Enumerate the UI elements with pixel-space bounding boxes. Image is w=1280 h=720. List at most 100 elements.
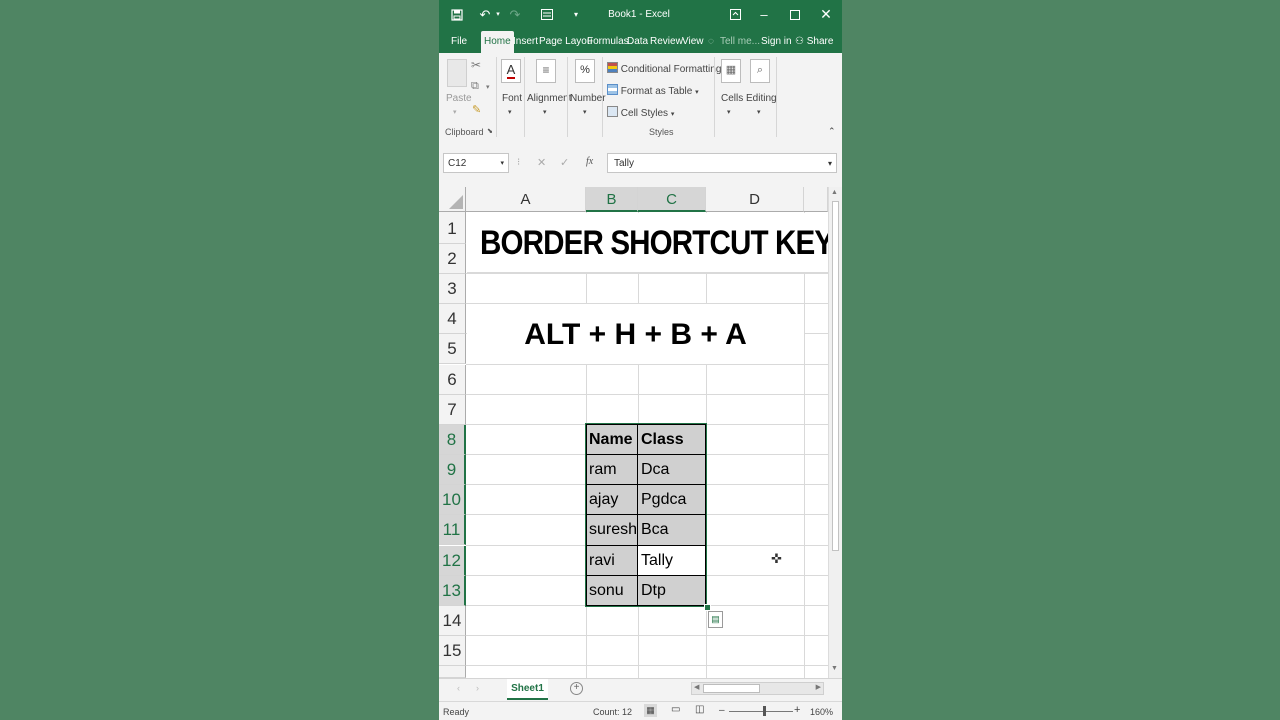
editing-dropdown-icon[interactable]: ▾ — [757, 108, 761, 116]
paste-dropdown-icon[interactable]: ▾ — [453, 108, 457, 116]
customize-qat-icon[interactable]: ▾ — [571, 0, 581, 31]
save-icon[interactable] — [449, 0, 465, 31]
tab-view[interactable]: View — [682, 31, 704, 53]
paste-icon[interactable] — [447, 59, 467, 87]
copy-dropdown-icon[interactable]: ▾ — [486, 83, 490, 91]
zoom-level[interactable]: 160% — [810, 707, 833, 717]
row-header-2[interactable]: 2 — [439, 244, 466, 274]
column-header-c[interactable]: C — [638, 187, 706, 212]
percent-icon[interactable]: % — [575, 59, 595, 83]
table-cell[interactable]: ram — [586, 455, 617, 485]
new-sheet-icon[interactable]: + — [570, 682, 583, 695]
row-header-8[interactable]: 8 — [439, 425, 466, 455]
close-icon[interactable]: ✕ — [818, 0, 834, 31]
table-cell[interactable]: Dca — [638, 455, 669, 485]
number-dropdown-icon[interactable]: ▾ — [583, 108, 587, 116]
alignment-dropdown-icon[interactable]: ▾ — [543, 108, 547, 116]
fill-handle[interactable] — [704, 604, 711, 611]
page-break-view-icon[interactable]: ◫ — [695, 704, 704, 715]
tell-me-box[interactable]: Tell me... — [720, 31, 760, 53]
select-all-corner[interactable] — [439, 187, 466, 212]
row-header-14[interactable]: 14 — [439, 606, 466, 636]
maximize-icon[interactable] — [787, 0, 803, 31]
font-icon[interactable]: A — [501, 59, 521, 83]
row-header-15[interactable]: 15 — [439, 636, 466, 666]
minimize-icon[interactable]: – — [756, 0, 772, 31]
table-cell[interactable]: sonu — [586, 576, 624, 606]
row-header-1[interactable]: 1 — [439, 214, 466, 244]
insert-function-icon[interactable]: fx — [586, 156, 593, 167]
sheet-tab-sheet1[interactable]: Sheet1 — [507, 679, 548, 700]
cancel-icon[interactable]: ✕ — [537, 156, 546, 169]
worksheet-grid[interactable]: A B C D 1 2 3 4 5 6 7 8 9 10 11 12 13 14… — [439, 187, 828, 678]
row-header-9[interactable]: 9 — [439, 455, 466, 485]
table-cell[interactable]: Bca — [638, 515, 669, 545]
copy-icon[interactable]: ⧉ — [471, 80, 479, 93]
zoom-slider[interactable] — [729, 711, 793, 712]
find-icon[interactable]: ⌕ — [750, 59, 770, 83]
row-header-11[interactable]: 11 — [439, 515, 466, 545]
column-header-b[interactable]: B — [586, 187, 638, 212]
ribbon-display-icon[interactable] — [727, 0, 743, 31]
sign-in-link[interactable]: Sign in — [761, 31, 792, 53]
cell-styles-button[interactable]: Cell Styles ▾ — [607, 106, 674, 119]
alignment-icon[interactable]: ≡ — [536, 59, 556, 83]
merged-title-cell[interactable]: BORDER SHORTCUT KEY — [467, 213, 828, 273]
table-cell[interactable]: suresh — [586, 515, 637, 545]
undo-icon[interactable]: ↶ — [477, 0, 493, 31]
cells-icon[interactable]: ▦ — [721, 59, 741, 83]
row-header-4[interactable]: 4 — [439, 304, 466, 334]
row-header-12[interactable]: 12 — [439, 546, 466, 576]
row-header-10[interactable]: 10 — [439, 485, 466, 515]
row-header-5[interactable]: 5 — [439, 334, 466, 364]
tab-insert[interactable]: Insert — [513, 31, 538, 53]
formula-input[interactable]: Tally ▾ — [607, 153, 837, 173]
tab-file[interactable]: File — [451, 31, 467, 53]
normal-view-icon[interactable]: ▦ — [644, 704, 657, 717]
collapse-ribbon-icon[interactable]: ⌃ — [828, 126, 836, 137]
horizontal-scroll-thumb[interactable] — [703, 684, 760, 693]
merged-shortcut-cell[interactable]: ALT + H + B + A — [467, 304, 804, 364]
scroll-down-icon[interactable]: ▼ — [831, 665, 838, 672]
font-dropdown-icon[interactable]: ▾ — [508, 108, 512, 116]
column-header-d[interactable]: D — [706, 187, 804, 212]
page-layout-view-icon[interactable]: ▭ — [671, 704, 680, 715]
redo-icon[interactable]: ↷ — [507, 0, 523, 31]
clipboard-launcher-icon[interactable]: ⬊ — [487, 127, 493, 135]
row-header-7[interactable]: 7 — [439, 395, 466, 425]
zoom-slider-thumb[interactable] — [763, 706, 766, 716]
row-header-13[interactable]: 13 — [439, 576, 466, 606]
table-cell[interactable]: Pgdca — [638, 485, 686, 515]
zoom-in-icon[interactable]: + — [794, 704, 800, 716]
scroll-up-icon[interactable]: ▲ — [831, 189, 838, 196]
row-header-16[interactable] — [439, 666, 466, 678]
table-cell[interactable]: Dtp — [638, 576, 666, 606]
vertical-scrollbar[interactable]: ▲ ▼ — [828, 187, 842, 678]
tab-data[interactable]: Data — [627, 31, 648, 53]
tab-page-layout[interactable]: Page Layou — [539, 31, 592, 53]
vertical-scroll-thumb[interactable] — [832, 201, 839, 551]
form-icon[interactable] — [539, 0, 555, 31]
column-header-a[interactable]: A — [466, 187, 586, 212]
table-header-class[interactable]: Class — [638, 425, 684, 455]
zoom-out-icon[interactable]: – — [719, 705, 725, 716]
cut-icon[interactable]: ✂ — [471, 58, 481, 72]
table-cell[interactable]: ajay — [586, 485, 618, 515]
scroll-right-icon[interactable]: ▶ — [816, 683, 821, 691]
column-header-e[interactable] — [804, 187, 828, 212]
table-header-name[interactable]: Name — [586, 425, 633, 455]
prev-sheet-icon[interactable]: ‹ — [457, 683, 460, 693]
format-painter-icon[interactable]: ✎ — [472, 103, 481, 116]
conditional-formatting-button[interactable]: Conditional Formatting ▾ — [607, 62, 728, 75]
row-header-3[interactable]: 3 — [439, 274, 466, 304]
next-sheet-icon[interactable]: › — [476, 683, 479, 693]
name-box[interactable]: C12 ▾ — [443, 153, 509, 173]
table-cell[interactable]: Tally — [638, 546, 673, 576]
tab-home[interactable]: Home — [481, 31, 514, 53]
tab-review[interactable]: Review — [650, 31, 683, 53]
share-button[interactable]: ⚇ Share — [795, 31, 833, 53]
tab-formulas[interactable]: Formulas — [587, 31, 629, 53]
undo-dropdown-icon[interactable]: ▾ — [494, 0, 502, 31]
cells-dropdown-icon[interactable]: ▾ — [727, 108, 731, 116]
scroll-left-icon[interactable]: ◀ — [694, 683, 699, 691]
